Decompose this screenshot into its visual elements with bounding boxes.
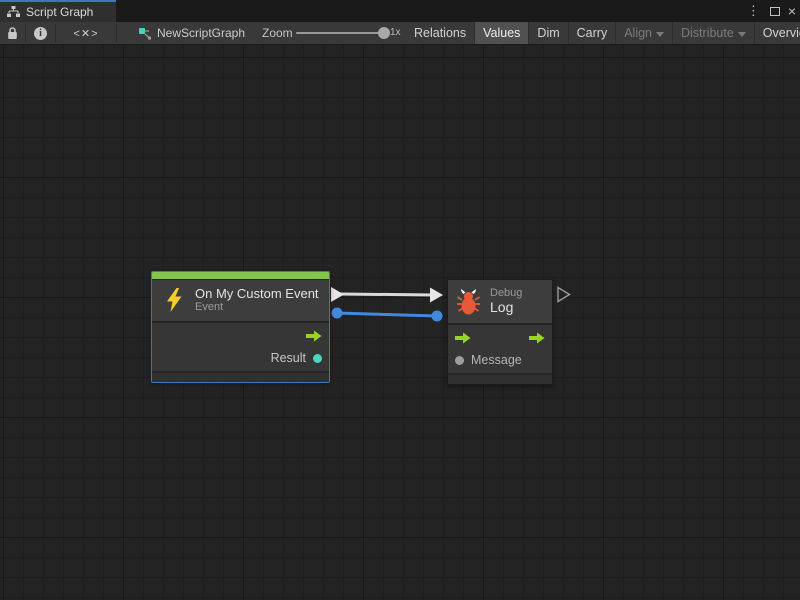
tab-script-graph[interactable]: Script Graph <box>0 0 116 22</box>
control-input-port-icon[interactable] <box>455 332 471 344</box>
log-node-body: Message <box>448 325 552 373</box>
window-menu-icon[interactable]: ⋮ <box>745 0 762 22</box>
tab-label: Script Graph <box>26 5 93 19</box>
code-preview-button[interactable]: <✕> <box>56 22 116 44</box>
result-value-port[interactable] <box>313 354 322 363</box>
value-wire-start-dot <box>332 308 343 319</box>
node-debug-log[interactable]: Debug Log Message <box>447 279 553 385</box>
event-node-body: Result <box>152 323 329 371</box>
connections-layer <box>0 45 800 600</box>
control-wire-start-cap <box>331 287 344 302</box>
log-node-header[interactable]: Debug Log <box>448 280 552 323</box>
node-title: On My Custom Event <box>195 286 319 301</box>
value-wire-end-dot <box>432 311 443 322</box>
message-port-label: Message <box>471 353 522 367</box>
control-flow-wire[interactable] <box>340 294 434 295</box>
maximize-icon[interactable] <box>770 7 780 16</box>
script-graph-window: Script Graph ⋮ × i <✕> <box>0 0 800 600</box>
align-dropdown[interactable]: Align <box>616 22 673 44</box>
lock-button[interactable] <box>0 22 25 44</box>
node-title: Log <box>490 300 522 315</box>
zoom-slider-handle[interactable] <box>378 27 390 39</box>
control-output-port-icon[interactable] <box>529 332 545 344</box>
message-value-port[interactable] <box>455 356 464 365</box>
control-output-port-icon[interactable] <box>306 330 322 342</box>
info-button[interactable]: i <box>26 22 55 44</box>
script-graph-asset-icon <box>138 27 152 40</box>
bug-icon <box>456 288 481 315</box>
close-icon[interactable]: × <box>788 0 796 22</box>
node-subtitle: Event <box>195 301 319 314</box>
titlebar: Script Graph ⋮ × <box>0 0 800 22</box>
graph-asset-breadcrumb[interactable]: NewScriptGraph <box>138 22 245 44</box>
result-port-label: Result <box>271 351 306 365</box>
values-button[interactable]: Values <box>475 22 529 44</box>
zoom-slider[interactable] <box>296 32 384 34</box>
overview-button[interactable]: Overview <box>755 22 800 44</box>
zoom-value: 1x <box>390 22 401 44</box>
code-icon: <✕> <box>73 27 98 40</box>
chevron-down-icon <box>656 32 664 37</box>
node-on-my-custom-event[interactable]: On My Custom Event Event Result <box>151 271 330 383</box>
event-node-footer <box>152 373 329 382</box>
info-icon: i <box>34 27 47 40</box>
graph-window-icon <box>7 6 20 18</box>
unconnected-output-triangle <box>558 288 570 302</box>
graph-name-label: NewScriptGraph <box>157 26 245 40</box>
lock-icon <box>7 27 18 40</box>
toolbar: i <✕> NewScriptGraph Zoom 1x Relations V… <box>0 22 800 45</box>
log-node-footer <box>448 375 552 384</box>
distribute-dropdown[interactable]: Distribute <box>673 22 755 44</box>
dim-button[interactable]: Dim <box>529 22 568 44</box>
carry-button[interactable]: Carry <box>569 22 617 44</box>
chevron-down-icon <box>738 32 746 37</box>
event-accent-bar <box>152 272 329 279</box>
graph-canvas[interactable]: On My Custom Event Event Result <box>0 45 800 600</box>
relations-button[interactable]: Relations <box>406 22 475 44</box>
event-node-header[interactable]: On My Custom Event Event <box>152 280 329 321</box>
zoom-label: Zoom <box>262 22 293 44</box>
control-wire-arrowhead <box>430 288 443 303</box>
value-wire-result-to-message[interactable] <box>337 313 437 316</box>
lightning-icon <box>163 287 185 313</box>
